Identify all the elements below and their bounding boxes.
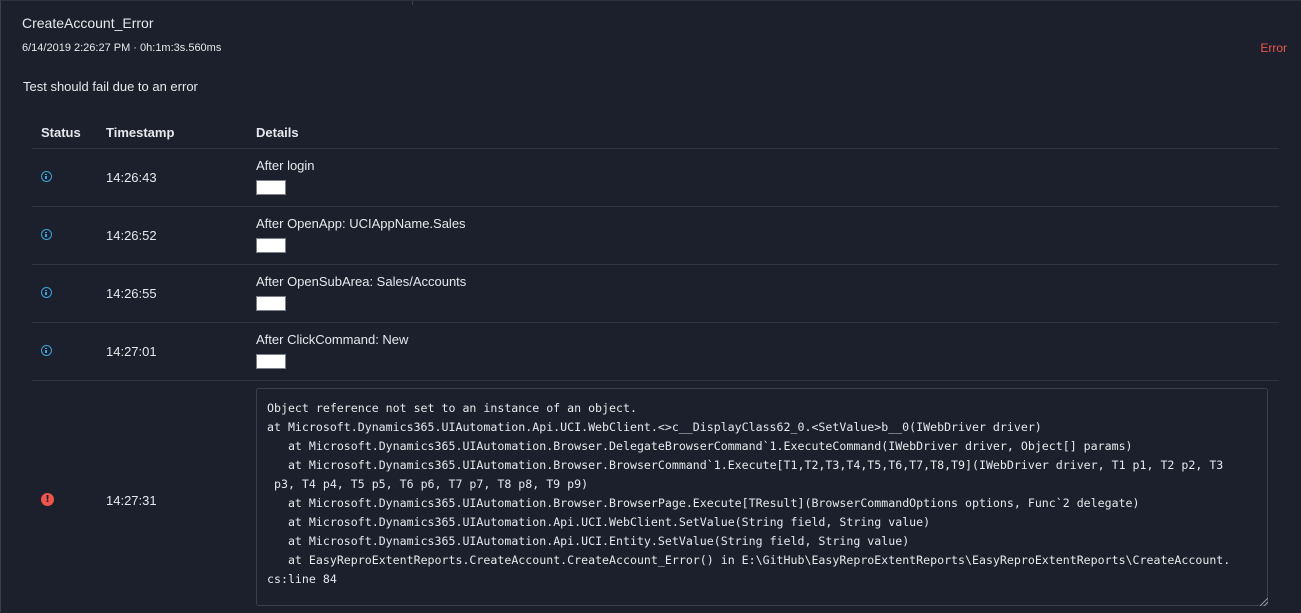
test-description: Test should fail due to an error [23, 79, 198, 94]
log-table-header: Status Timestamp Details [32, 115, 1279, 149]
table-row: 14:27:01 After ClickCommand: New [32, 323, 1279, 381]
test-meta: 6/14/2019 2:26:27 PM · 0h:1m:3s.560ms [22, 42, 222, 54]
top-divider [412, 1, 413, 5]
screenshot-thumbnail[interactable] [256, 296, 286, 311]
header-status: Status [41, 125, 81, 140]
row-detail: After OpenApp: UCIAppName.Sales [256, 216, 466, 231]
table-row: 14:26:52 After OpenApp: UCIAppName.Sales [32, 207, 1279, 265]
row-detail: After ClickCommand: New [256, 332, 409, 347]
table-row: 14:26:43 After login [32, 149, 1279, 207]
stack-trace-textarea[interactable]: Object reference not set to an instance … [256, 388, 1268, 606]
resize-grip-icon[interactable] [1260, 598, 1268, 606]
info-icon [41, 345, 52, 356]
error-icon: ! [41, 493, 54, 506]
row-timestamp: 14:27:31 [106, 493, 157, 508]
row-timestamp: 14:26:52 [106, 228, 157, 243]
log-table: Status Timestamp Details 14:26:43 After … [32, 115, 1279, 613]
screenshot-thumbnail[interactable] [256, 354, 286, 369]
table-row: 14:26:55 After OpenSubArea: Sales/Accoun… [32, 265, 1279, 323]
row-timestamp: 14:26:55 [106, 286, 157, 301]
row-timestamp: 14:26:43 [106, 170, 157, 185]
row-detail: After OpenSubArea: Sales/Accounts [256, 274, 467, 289]
row-detail: After login [256, 158, 315, 173]
info-icon [41, 287, 52, 298]
info-icon [41, 229, 52, 240]
screenshot-thumbnail[interactable] [256, 238, 286, 253]
row-timestamp: 14:27:01 [106, 344, 157, 359]
table-row-error: ! 14:27:31 Object reference not set to a… [32, 381, 1279, 613]
header-timestamp: Timestamp [106, 125, 175, 140]
test-status-badge: Error [1260, 41, 1287, 55]
test-title: CreateAccount_Error [22, 15, 154, 31]
header-details: Details [256, 125, 299, 140]
info-icon [41, 171, 52, 182]
screenshot-thumbnail[interactable] [256, 180, 286, 195]
test-detail-panel: CreateAccount_Error 6/14/2019 2:26:27 PM… [0, 0, 1301, 612]
